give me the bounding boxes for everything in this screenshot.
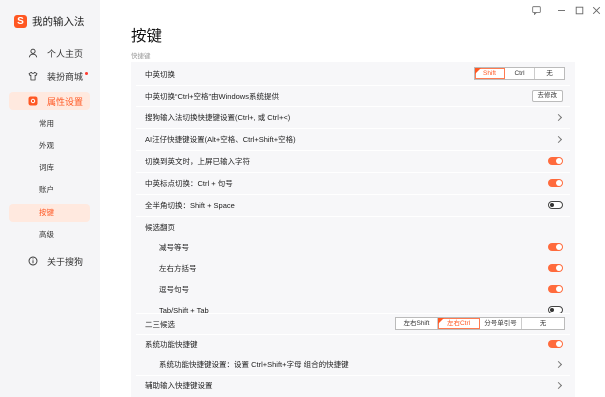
setting-label: 中英切换“Ctrl+空格”由Windows系统提供 — [145, 91, 279, 101]
settings-panel: 中英切换 Shift Ctrl 无 中英切换“Ctrl+空格”由Windows系… — [131, 62, 575, 397]
fullwidth-switch-toggle[interactable] — [548, 201, 563, 209]
system-shortcuts-toggle[interactable] — [548, 340, 563, 348]
setting-row-assist-input-shortcuts[interactable]: 辅助输入快捷键设置 — [131, 376, 575, 395]
feedback-icon[interactable] — [530, 6, 542, 17]
cn-en-switch-selector: Shift Ctrl 无 — [474, 67, 565, 80]
option-ctrl[interactable]: Ctrl — [505, 68, 535, 79]
sidebar-item-label: 关于搜狗 — [47, 256, 84, 267]
sidebar: S 我的输入法 个人主页 装扮商城 属性设置 常用 外观 词库 账户 按键 高级… — [0, 0, 100, 397]
brackets-toggle[interactable] — [548, 264, 563, 272]
setting-label: 中英标点切换：Ctrl + 句号 — [145, 179, 233, 188]
sidebar-item-settings[interactable]: 属性设置 — [9, 92, 90, 110]
punct-switch-toggle[interactable] — [548, 179, 563, 187]
option-left-right-shift[interactable]: 左右Shift — [396, 318, 438, 329]
minus-equal-toggle[interactable] — [548, 243, 563, 251]
setting-row-commit-on-english: 切换到英文时，上屏已输入字符 — [131, 151, 575, 172]
chevron-right-icon — [554, 113, 563, 122]
app-name: 我的输入法 — [32, 16, 85, 28]
setting-row-punct-switch: 中英标点切换：Ctrl + 句号 — [131, 173, 575, 194]
sidebar-subitem-appearance[interactable]: 外观 — [9, 137, 90, 155]
minimize-icon[interactable] — [555, 6, 567, 17]
option-none[interactable]: 无 — [535, 68, 564, 79]
setting-group-label: 候选翻页 — [145, 222, 175, 232]
sidebar-subitem-lexicon[interactable]: 词库 — [9, 159, 90, 177]
option-left-right-ctrl[interactable]: 左右Ctrl — [438, 318, 480, 329]
setting-label: 全半角切换：Shift + Space — [145, 201, 235, 210]
setting-label: 系统功能快捷键设置：设置 Ctrl+Shift+字母 组合的快捷键 — [159, 359, 349, 369]
section-label: 快捷键 — [131, 53, 151, 60]
setting-row-comma-period: 逗号句号 — [131, 279, 575, 300]
chevron-right-icon — [554, 381, 563, 390]
settings-icon — [28, 96, 38, 106]
shirt-icon — [28, 71, 38, 81]
option-shift[interactable]: Shift — [475, 68, 505, 79]
setting-row-fullwidth-switch: 全半角切换：Shift + Space — [131, 195, 575, 216]
setting-label: 系统功能快捷键 — [145, 340, 198, 349]
setting-group-candidate-paging: 候选翻页 — [131, 217, 575, 237]
maximize-icon[interactable] — [573, 6, 585, 17]
option-none[interactable]: 无 — [522, 318, 564, 329]
setting-row-system-shortcut-settings[interactable]: 系统功能快捷键设置：设置 Ctrl+Shift+字母 组合的快捷键 — [131, 354, 575, 374]
setting-row-cn-en-switch: 中英切换 Shift Ctrl 无 — [131, 64, 575, 84]
close-icon[interactable] — [590, 6, 602, 17]
option-semicolon-quote[interactable]: 分号单引号 — [480, 318, 522, 329]
sidebar-subitem-account[interactable]: 账户 — [9, 181, 90, 199]
setting-row-minus-equal: 减号等号 — [131, 237, 575, 258]
setting-label: 左右方括号 — [159, 264, 197, 273]
setting-label: 搜狗输入法切换快捷键设置(Ctrl+, 或 Ctrl+<) — [145, 113, 291, 122]
sidebar-subitem-keys[interactable]: 按键 — [9, 204, 90, 222]
sidebar-subitem-common[interactable]: 常用 — [9, 115, 90, 133]
page-title: 按键 — [131, 28, 163, 45]
setting-label: 辅助输入快捷键设置 — [145, 381, 213, 390]
info-icon — [28, 256, 38, 266]
setting-label: 减号等号 — [159, 243, 189, 252]
setting-row-ai-shortcut[interactable]: AI汪仔快捷键设置(Alt+空格、Ctrl+Shift+空格) — [131, 129, 575, 150]
setting-label: 中英切换 — [145, 69, 175, 79]
go-modify-button[interactable]: 去修改 — [531, 90, 563, 102]
person-icon — [28, 48, 38, 58]
setting-row-second-third-candidate: 二三候选 左右Shift 左右Ctrl 分号单引号 无 — [131, 314, 575, 334]
setting-row-system-shortcuts: 系统功能快捷键 — [131, 335, 575, 354]
setting-label: 逗号句号 — [159, 285, 189, 294]
setting-row-ime-switch-shortcut[interactable]: 搜狗输入法切换快捷键设置(Ctrl+, 或 Ctrl+<) — [131, 107, 575, 128]
app-brand: S 我的输入法 — [14, 14, 85, 29]
sidebar-subitem-advanced[interactable]: 高级 — [9, 226, 90, 244]
app-logo-icon: S — [14, 15, 27, 28]
sidebar-item-label: 个人主页 — [47, 48, 84, 59]
sidebar-item-label: 装扮商城 — [47, 71, 84, 82]
chevron-right-icon — [554, 360, 563, 369]
sidebar-item-label: 属性设置 — [47, 96, 84, 107]
setting-row-brackets: 左右方括号 — [131, 258, 575, 279]
second-third-candidate-selector: 左右Shift 左右Ctrl 分号单引号 无 — [395, 317, 565, 330]
setting-label: 二三候选 — [145, 319, 175, 329]
comma-period-toggle[interactable] — [548, 285, 563, 293]
chevron-right-icon — [554, 135, 563, 144]
sidebar-item-profile[interactable]: 个人主页 — [9, 44, 90, 62]
sidebar-item-store[interactable]: 装扮商城 — [9, 67, 90, 85]
setting-label: AI汪仔快捷键设置(Alt+空格、Ctrl+Shift+空格) — [145, 135, 296, 144]
setting-label: 切换到英文时，上屏已输入字符 — [145, 157, 250, 166]
commit-on-english-toggle[interactable] — [548, 157, 563, 165]
sidebar-item-about[interactable]: 关于搜狗 — [9, 252, 90, 270]
setting-row-windows-ctrl-space: 中英切换“Ctrl+空格”由Windows系统提供 去修改 — [131, 86, 575, 106]
notification-badge — [85, 71, 89, 75]
